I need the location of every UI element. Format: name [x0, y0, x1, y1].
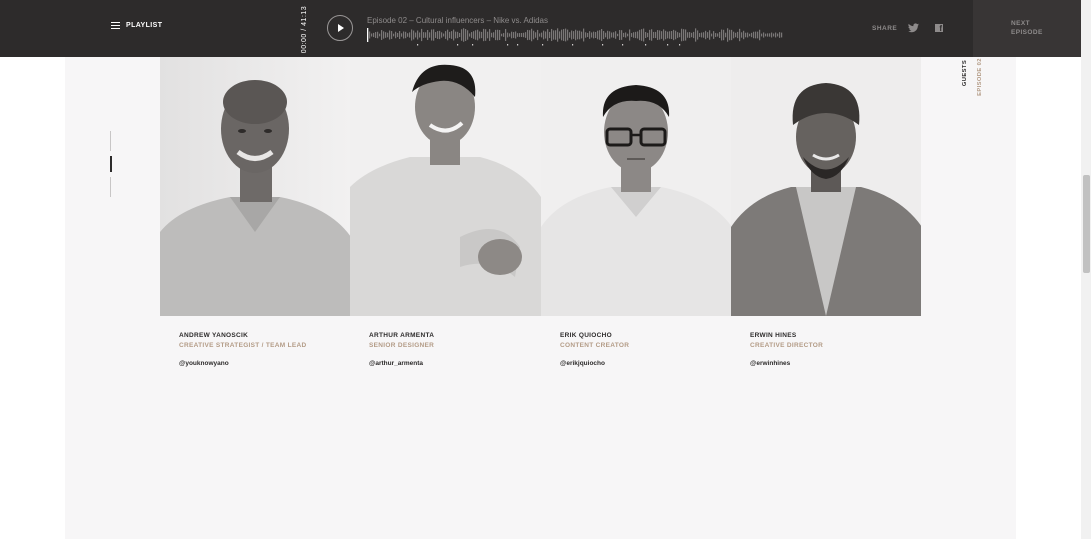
guest-social-handle[interactable]: @erwinhines — [750, 360, 790, 367]
guest-card: ERWIN HINES CREATIVE DIRECTOR @erwinhine… — [750, 332, 930, 370]
section-side-label: GUESTS EPISODE 02 — [958, 58, 983, 100]
scrollbar-thumb[interactable] — [1083, 175, 1090, 273]
twitter-icon[interactable] — [908, 23, 919, 33]
section-nav-item-active[interactable] — [110, 156, 112, 172]
guest-card: ERIK QUIOCHO CONTENT CREATOR @erikjquioc… — [560, 332, 740, 370]
guest-card: ANDREW YANOSCIK CREATIVE STRATEGIST / TE… — [179, 332, 359, 370]
guest-photos — [160, 57, 921, 316]
next-episode-button[interactable]: NEXT EPISODE — [973, 0, 1081, 57]
playback-time-text: 00:00 / 41:13 — [301, 5, 309, 53]
guest-social-handle[interactable]: @arthur_armenta — [369, 360, 423, 367]
section-nav-item[interactable] — [110, 177, 111, 197]
next-episode-label-2: EPISODE — [1011, 29, 1043, 36]
guest-social-handle[interactable]: @erikjquiocho — [560, 360, 605, 367]
audio-player-bar: PLAYLIST 00:00 / 41:13 Episode 02 – Cult… — [0, 0, 1081, 57]
guest-name: ERWIN HINES — [750, 332, 797, 339]
guest-name: ANDREW YANOSCIK — [179, 332, 249, 339]
share-label: SHARE — [872, 25, 898, 32]
guest-role: SENIOR DESIGNER — [369, 342, 435, 349]
guest-social-handle[interactable]: @youknowyano — [179, 360, 229, 367]
guests-label: GUESTS — [962, 59, 969, 87]
guest-photo-andrew — [160, 57, 351, 316]
audio-waveform-scrubber[interactable] — [367, 26, 783, 46]
guest-name: ERIK QUIOCHO — [560, 332, 612, 339]
guest-name: ARTHUR ARMENTA — [369, 332, 435, 339]
guest-photo-erik — [540, 57, 731, 316]
episode-label: EPISODE 02 — [976, 58, 983, 96]
playback-time: 00:00 / 41:13 — [297, 5, 313, 52]
guest-role: CREATIVE STRATEGIST / TEAM LEAD — [179, 342, 307, 349]
guest-photo-arthur — [350, 57, 541, 316]
guest-card: ARTHUR ARMENTA SENIOR DESIGNER @arthur_a… — [369, 332, 549, 370]
section-nav-item[interactable] — [110, 131, 111, 151]
page-scrollbar[interactable] — [1081, 0, 1091, 539]
guest-role: CREATIVE DIRECTOR — [750, 342, 824, 349]
playlist-icon — [111, 22, 120, 29]
play-icon — [338, 24, 344, 32]
playlist-label: PLAYLIST — [126, 22, 163, 29]
playlist-button[interactable]: PLAYLIST — [111, 22, 162, 29]
episode-title: Episode 02 – Cultural influencers – Nike… — [367, 16, 548, 25]
next-episode-label-1: NEXT — [1011, 20, 1030, 27]
facebook-icon[interactable]: f — [935, 24, 943, 33]
guest-photo-erwin — [730, 57, 921, 316]
play-button[interactable] — [327, 15, 353, 41]
guest-role: CONTENT CREATOR — [560, 342, 630, 349]
section-navigation — [110, 131, 112, 197]
